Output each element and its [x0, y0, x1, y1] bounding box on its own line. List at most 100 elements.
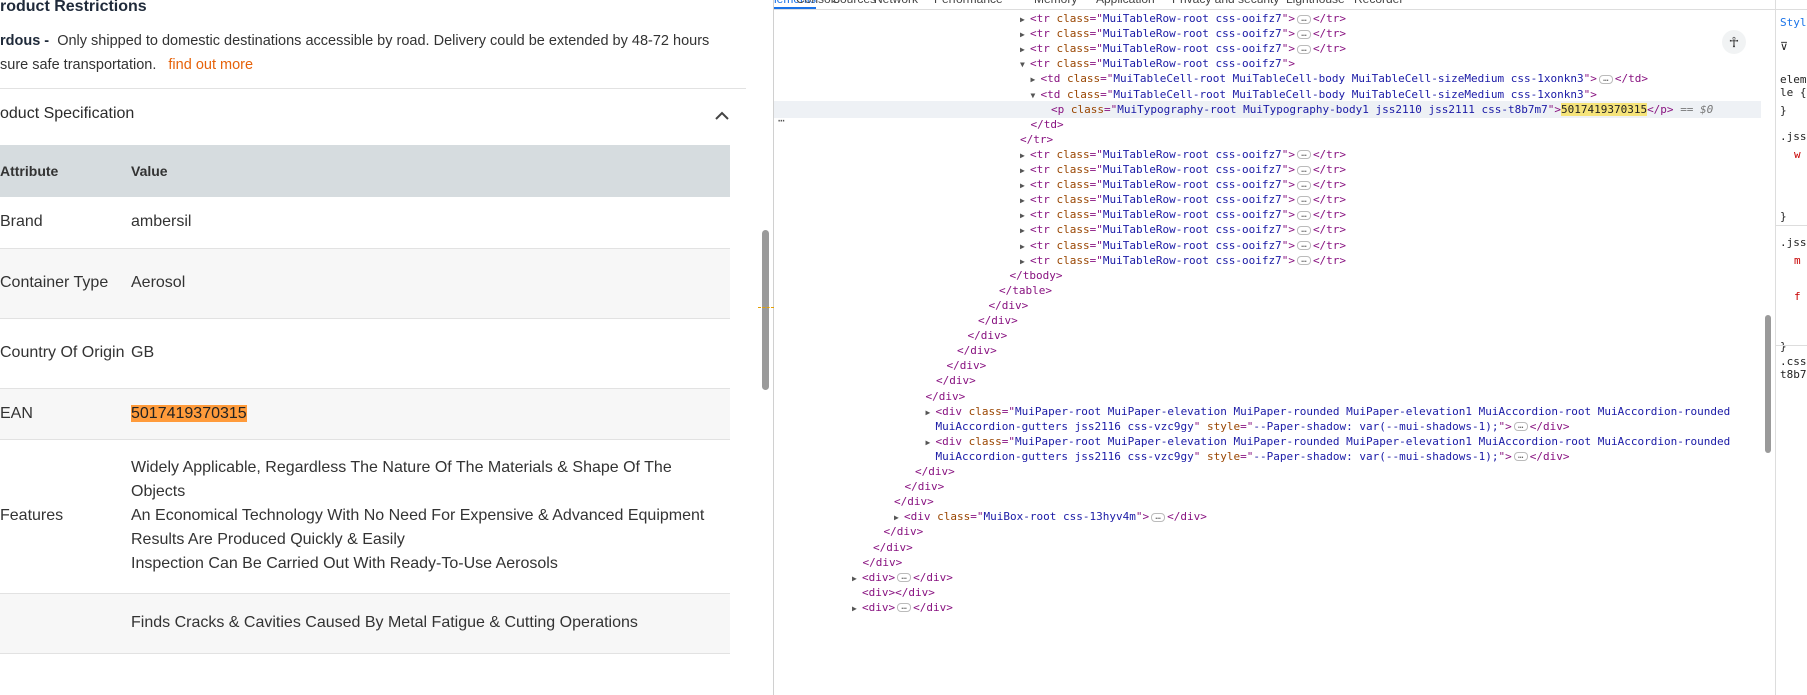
- tag-name: <tr: [1030, 12, 1050, 25]
- tab-recorder[interactable]: Recorder: [1354, 0, 1403, 6]
- styles-pane: Styl ⊽ elem le {} .jss w} .jss m f} .css t8b7: [1775, 0, 1807, 695]
- collapsed-ellipsis-icon[interactable]: …: [1296, 195, 1311, 205]
- value-header: Value: [131, 145, 730, 197]
- selected-node[interactable]: <p class="MuiTypography-root MuiTypograp…: [774, 100, 1761, 118]
- tab-privacy-and-security[interactable]: Privacy and security: [1172, 0, 1279, 6]
- value-cell: Widely Applicable, Regardless The Nature…: [131, 439, 730, 594]
- divider: [0, 88, 746, 89]
- feature-line: Inspection Can Be Carried Out With Ready…: [131, 555, 558, 572]
- chevron-up-icon[interactable]: [710, 104, 734, 128]
- tag-name: <div: [935, 434, 963, 448]
- collapsed-ellipsis-icon[interactable]: …: [1296, 241, 1311, 250]
- filter-icon[interactable]: ⊽: [1780, 40, 1788, 53]
- closing-tag: </tr>: [1312, 147, 1347, 161]
- closing-tag: </td>: [1614, 72, 1648, 86]
- expand-triangle-icon[interactable]: ▶: [852, 600, 862, 617]
- attr-name: class: [1056, 57, 1090, 71]
- tag-name: <div: [862, 585, 889, 599]
- closing-tag: </div>: [957, 344, 997, 358]
- attr-value: MuiBox-root css-13hyv4m: [983, 510, 1136, 524]
- table-header-row: Attribute Value: [0, 145, 730, 197]
- collapsed-ellipsis-icon[interactable]: …: [1151, 512, 1166, 522]
- attr-value: MuiTableRow-root css-ooifz7: [1102, 223, 1282, 237]
- tab-performance[interactable]: Performance: [934, 0, 1003, 6]
- tab-memory[interactable]: Memory: [1034, 0, 1077, 6]
- devtools-tab-bar: ElementsConsoleSourcesNetworkPerformance…: [774, 0, 1807, 10]
- closing-tag: </div>: [1529, 449, 1570, 463]
- attr-name: class: [1070, 102, 1104, 116]
- collapsed-ellipsis-icon[interactable]: …: [1296, 180, 1311, 190]
- attr-value: MuiTableRow-root css-ooifz7: [1102, 253, 1282, 267]
- closing-tag: </div>: [967, 329, 1008, 343]
- tab-sources[interactable]: Sources: [832, 0, 876, 6]
- attr-quote: =": [1001, 434, 1015, 448]
- attr-value: MuiTableRow-root css-ooifz7: [1102, 27, 1282, 41]
- product-specification-title: oduct Specification: [0, 105, 135, 122]
- collapsed-ellipsis-icon[interactable]: …: [897, 573, 912, 583]
- tag-name: <tr: [1030, 193, 1050, 207]
- style-rule-fragment: }: [1780, 210, 1787, 223]
- styles-tab[interactable]: Styl: [1780, 16, 1807, 29]
- table-row: Features Widely Applicable, Regardless T…: [0, 439, 730, 594]
- more-actions-icon[interactable]: ⋯: [778, 114, 785, 127]
- collapsed-ellipsis-icon[interactable]: …: [1296, 44, 1311, 54]
- collapsed-ellipsis-icon[interactable]: …: [1513, 422, 1528, 432]
- tag-name: <td: [1040, 87, 1061, 101]
- feature-line: Widely Applicable, Regardless The Nature…: [131, 459, 672, 500]
- attr-name: style: [1207, 449, 1241, 463]
- collapsed-ellipsis-icon[interactable]: …: [1296, 256, 1311, 266]
- closing-tag: </tr>: [1312, 193, 1347, 207]
- collapsed-ellipsis-icon[interactable]: …: [1513, 452, 1528, 462]
- attr-value: MuiTableRow-root css-ooifz7: [1102, 193, 1282, 207]
- value-cell: 5017419370315: [131, 388, 730, 440]
- closing-tag: </div>: [913, 570, 953, 584]
- table-row: Finds Cracks & Cavities Caused By Metal …: [0, 593, 730, 654]
- expand-triangle-icon[interactable]: ▶: [926, 404, 936, 421]
- closing-tag: </div>: [873, 540, 913, 554]
- collapsed-ellipsis-icon[interactable]: …: [1296, 165, 1311, 175]
- tag-name: <tr: [1030, 57, 1050, 71]
- attr-quote: =": [1100, 72, 1114, 86]
- expand-triangle-icon[interactable]: ▶: [926, 434, 936, 451]
- tab-lighthouse[interactable]: Lighthouse: [1286, 0, 1345, 6]
- style-rule-fragment: w: [1794, 148, 1801, 161]
- tag-name: <tr: [1030, 238, 1050, 252]
- table-row: Brand ambersil: [0, 197, 730, 249]
- attr-quote: =": [1089, 12, 1103, 25]
- collapse-triangle-icon[interactable]: ▼: [1020, 56, 1030, 73]
- attribute-header: Attribute: [0, 145, 131, 197]
- attr-quote: =": [1001, 404, 1015, 418]
- dom-node-continuation[interactable]: MuiAccordion-gutters jss2116 css-vzc9gy"…: [936, 448, 1570, 465]
- product-specification-accordion[interactable]: oduct Specification: [0, 100, 734, 140]
- feature-line: An Economical Technology With No Need Fo…: [131, 507, 705, 524]
- collapsed-ellipsis-icon[interactable]: …: [897, 603, 912, 613]
- tag-name: <p: [1051, 102, 1065, 116]
- splitter-grip[interactable]: [758, 307, 774, 309]
- find-out-more-link[interactable]: find out more: [168, 57, 253, 73]
- collapsed-ellipsis-icon[interactable]: …: [1296, 29, 1311, 39]
- page-scrollbar[interactable]: [762, 230, 769, 390]
- attr-quote: =": [1100, 87, 1114, 101]
- closing-tag: </div>: [883, 525, 924, 539]
- devtools-scrollbar[interactable]: [1765, 315, 1771, 453]
- collapsed-ellipsis-icon[interactable]: …: [1296, 210, 1311, 220]
- style-rule-fragment: }: [1780, 340, 1787, 353]
- attr-quote: =": [1240, 419, 1254, 433]
- collapsed-ellipsis-icon[interactable]: …: [1598, 74, 1613, 84]
- collapsed-ellipsis-icon[interactable]: …: [1296, 14, 1311, 24]
- collapsed-ellipsis-icon[interactable]: …: [1296, 225, 1311, 235]
- attr-quote: =": [1089, 27, 1103, 41]
- tab-application[interactable]: Application: [1096, 0, 1155, 6]
- attr-name: style: [1207, 419, 1241, 433]
- collapsed-ellipsis-icon[interactable]: …: [1296, 150, 1311, 160]
- closing-tag: </div>: [988, 298, 1029, 312]
- tab-network[interactable]: Network: [874, 0, 918, 6]
- attribute-cell: Brand: [0, 197, 131, 249]
- attr-value: --Paper-shadow: var(--mui-shadows-1);: [1253, 449, 1499, 463]
- closing-tag: </tr>: [1312, 27, 1347, 41]
- attr-value: MuiTableRow-root css-ooifz7: [1102, 208, 1282, 222]
- accessibility-icon[interactable]: ☥: [1722, 30, 1746, 54]
- closing-tag: </tr>: [1312, 238, 1347, 252]
- attr-quote: =": [1240, 449, 1254, 463]
- tag-name: <tr: [1030, 42, 1050, 56]
